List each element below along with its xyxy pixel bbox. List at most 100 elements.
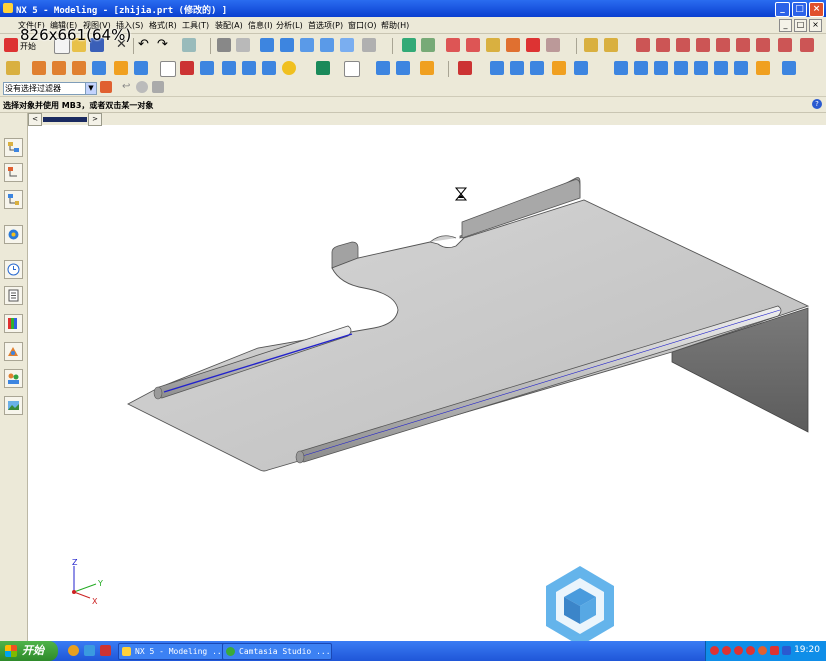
model-viewport-svg[interactable]: Z Y X (28, 126, 826, 641)
instance-feature-icon[interactable] (574, 61, 588, 75)
circle-icon[interactable] (676, 38, 690, 52)
tray-icon[interactable] (710, 646, 719, 655)
wcs-orient-icon[interactable] (466, 38, 480, 52)
wcs-dynamic-icon[interactable] (486, 38, 500, 52)
assembly-navigator-icon[interactable] (4, 138, 23, 157)
transform-icon[interactable] (526, 38, 540, 52)
manufacturing-wizard-icon[interactable] (4, 342, 23, 361)
rectangle-icon[interactable] (756, 38, 770, 52)
block-icon[interactable] (222, 61, 236, 75)
taskbar-camtasia-button[interactable]: Camtasia Studio ... (222, 643, 332, 660)
help-icon[interactable]: ? (812, 99, 822, 109)
simplify-icon[interactable] (782, 61, 796, 75)
view-orient-icon[interactable] (362, 38, 376, 52)
thicken-icon[interactable] (634, 61, 648, 75)
subtract-icon[interactable] (344, 61, 360, 77)
graphics-window[interactable]: Z Y X (28, 126, 826, 641)
pocket-icon[interactable] (134, 61, 148, 75)
menu-help[interactable]: 帮助(H) (381, 20, 409, 31)
selection-filter-select[interactable]: 没有选择过滤器 (3, 82, 90, 95)
trim-body-icon[interactable] (396, 61, 410, 75)
tray-icon[interactable] (722, 646, 731, 655)
menu-tools[interactable]: 工具(T) (182, 20, 209, 31)
sphere-icon[interactable] (282, 61, 296, 75)
app-quicklaunch-icon[interactable] (100, 645, 111, 656)
sketch-icon[interactable] (6, 61, 20, 75)
scale-body-icon[interactable] (756, 61, 770, 75)
emboss-icon[interactable] (734, 61, 748, 75)
chevron-down-icon[interactable]: ▼ (85, 82, 97, 95)
measure-distance-icon[interactable] (584, 38, 598, 52)
process-studio-icon[interactable] (4, 314, 23, 333)
scroll-left-button[interactable]: < (28, 113, 42, 126)
view-trimetric-icon[interactable] (340, 38, 354, 52)
shell-icon[interactable] (530, 61, 544, 75)
view-right-icon[interactable] (300, 38, 314, 52)
draft-icon[interactable] (552, 61, 566, 75)
extract-icon[interactable] (694, 61, 708, 75)
minimize-button[interactable]: _ (775, 2, 790, 17)
wcs-icon[interactable] (446, 38, 460, 52)
menu-info[interactable]: 信息(I) (248, 20, 273, 31)
spline-icon[interactable] (696, 38, 710, 52)
part-navigator-icon[interactable] (4, 190, 23, 209)
line-icon[interactable] (636, 38, 650, 52)
view-top-icon[interactable] (260, 38, 274, 52)
pad-icon[interactable] (114, 61, 128, 75)
undo-selection-icon[interactable]: ↩ (122, 81, 134, 93)
system-scenes-icon[interactable] (4, 396, 23, 415)
taskbar-nx-button[interactable]: NX 5 - Modeling ... (118, 643, 232, 660)
menu-format[interactable]: 格式(R) (149, 20, 177, 31)
tray-icon[interactable] (746, 646, 755, 655)
menu-window[interactable]: 窗口(O) (348, 20, 377, 31)
extrude-icon[interactable] (32, 61, 46, 75)
history-icon[interactable] (4, 260, 23, 279)
datum-plane-icon[interactable] (160, 61, 176, 77)
shaded-edges-icon[interactable] (217, 38, 231, 52)
redo-icon[interactable]: ↷ (157, 38, 171, 52)
mdi-close-button[interactable]: × (809, 19, 822, 32)
roles-icon[interactable] (4, 369, 23, 388)
close-button[interactable]: × (809, 2, 824, 17)
measure-angle-icon[interactable] (604, 38, 618, 52)
tray-icon[interactable] (734, 646, 743, 655)
maximize-button[interactable]: □ (792, 2, 807, 17)
scroll-thumb[interactable] (43, 117, 87, 122)
cylinder-icon[interactable] (242, 61, 256, 75)
view-front-icon[interactable] (280, 38, 294, 52)
edge-blend-icon[interactable] (458, 61, 472, 75)
view-iso-icon[interactable] (320, 38, 334, 52)
sew-icon[interactable] (654, 61, 668, 75)
cone-icon[interactable] (262, 61, 276, 75)
split-body-icon[interactable] (420, 61, 434, 75)
datum-axis-icon[interactable] (180, 61, 194, 75)
arc-icon[interactable] (656, 38, 670, 52)
start-button[interactable]: 开始 (0, 641, 58, 661)
patch-icon[interactable] (674, 61, 688, 75)
unite-icon[interactable] (316, 61, 330, 75)
offset-face-icon[interactable] (614, 61, 628, 75)
point-icon[interactable] (506, 38, 520, 52)
firefox-quicklaunch-icon[interactable] (68, 645, 79, 656)
datum-csys-icon[interactable] (200, 61, 214, 75)
start-icon[interactable] (4, 38, 18, 52)
layer-settings-icon[interactable] (402, 38, 416, 52)
menu-assembly[interactable]: 装配(A) (215, 20, 243, 31)
tray-icon[interactable] (782, 646, 791, 655)
nx-app-icon[interactable] (3, 3, 13, 13)
deselect-icon[interactable] (152, 81, 164, 93)
scroll-right-button[interactable]: > (88, 113, 102, 126)
offset-curve-icon[interactable] (800, 38, 814, 52)
mdi-minimize-button[interactable]: _ (779, 19, 792, 32)
mirror-body-icon[interactable] (714, 61, 728, 75)
shaded-icon[interactable] (236, 38, 250, 52)
revolve-icon[interactable] (52, 61, 66, 75)
intersect-icon[interactable] (376, 61, 390, 75)
select-all-icon[interactable] (136, 81, 148, 93)
selection-scope-icon[interactable] (100, 81, 112, 93)
mdi-restore-button[interactable]: □ (794, 19, 807, 32)
constraint-navigator-icon[interactable] (4, 163, 23, 182)
undo-icon[interactable]: ↶ (138, 38, 152, 52)
trim-curve-icon[interactable] (778, 38, 792, 52)
sweep-icon[interactable] (72, 61, 86, 75)
